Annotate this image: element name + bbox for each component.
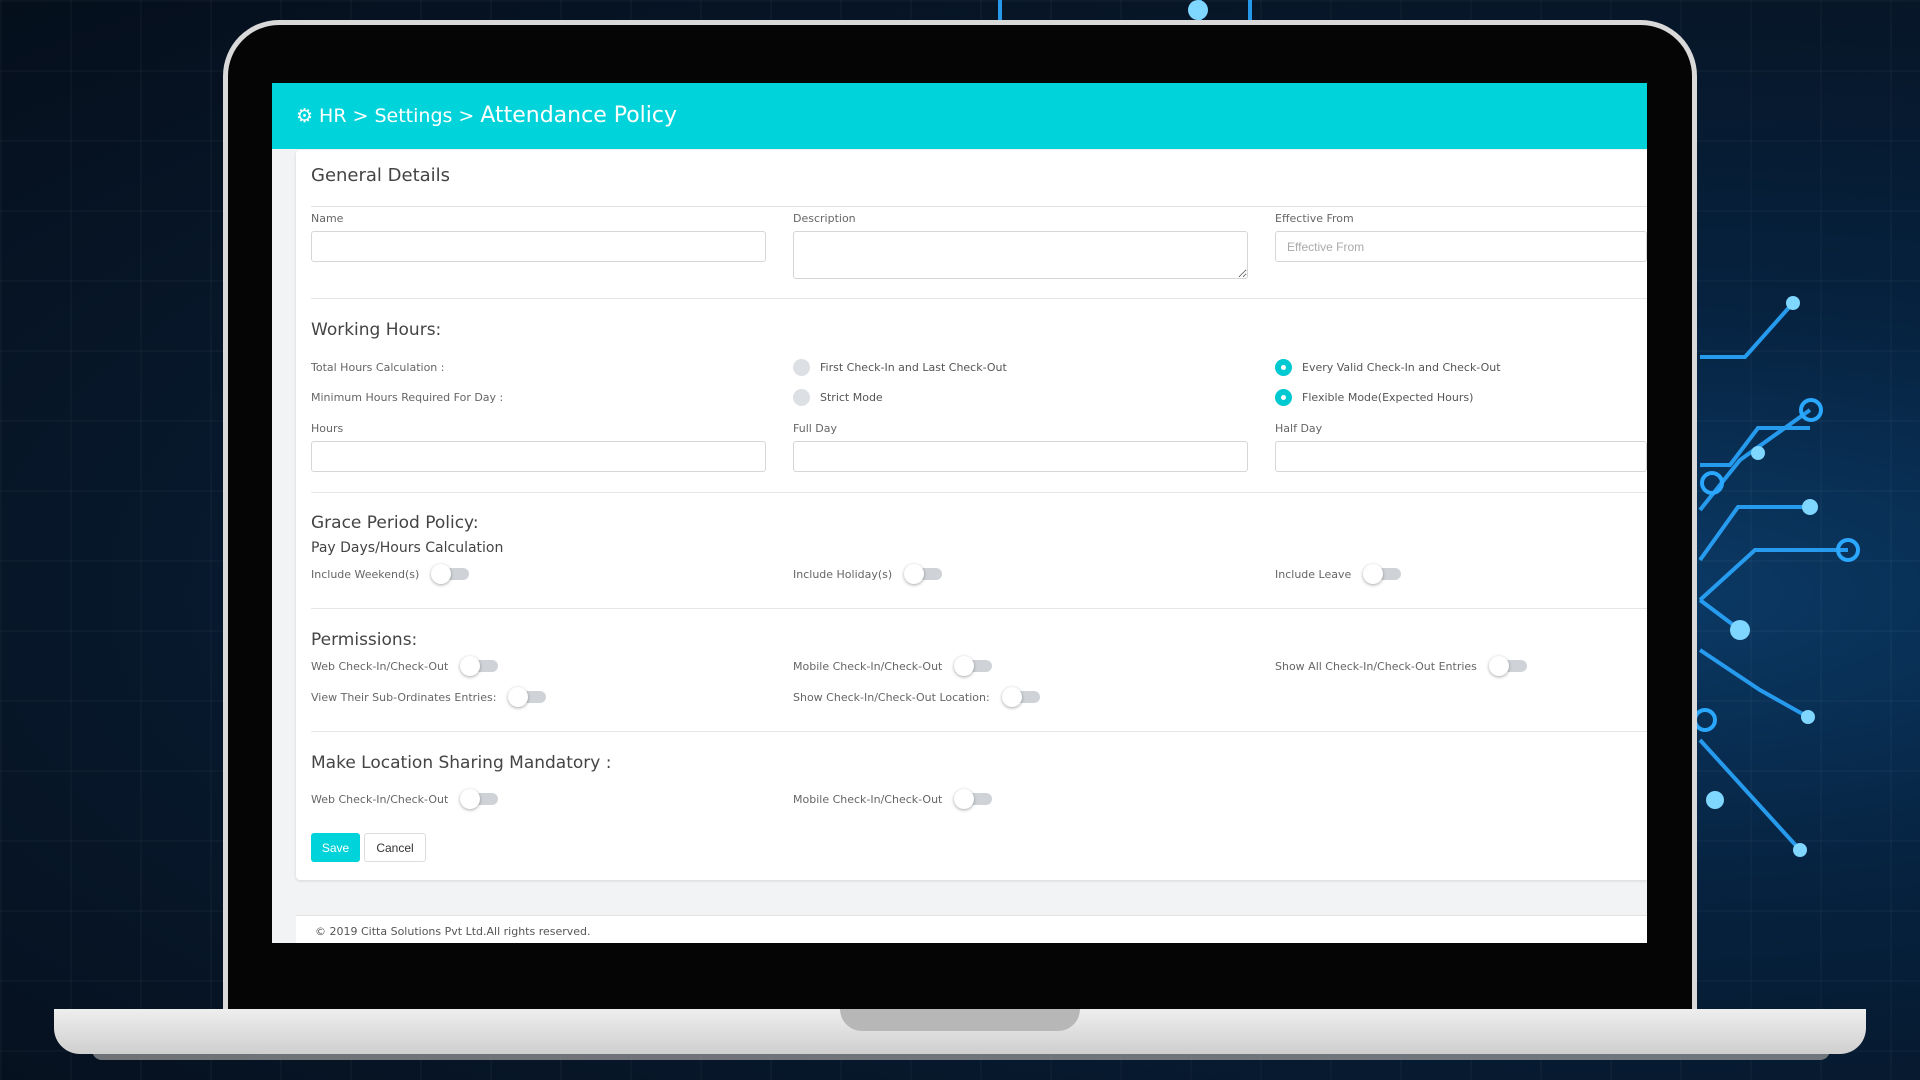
location-sharing-title: Make Location Sharing Mandatory : xyxy=(311,753,612,773)
cancel-button[interactable]: Cancel xyxy=(364,833,426,862)
toggle-label: Mobile Check-In/Check-Out xyxy=(793,659,943,673)
name-label: Name xyxy=(311,212,344,225)
minimum-hours-label: Minimum Hours Required For Day : xyxy=(311,391,504,404)
divider xyxy=(311,206,1647,207)
full-day-input[interactable] xyxy=(793,441,1248,472)
breadcrumb: ⚙ HR > Settings > Attendance Policy xyxy=(296,103,677,128)
location-mobile-row: Mobile Check-In/Check-Out xyxy=(793,789,993,809)
include-holidays-row: Include Holiday(s) xyxy=(793,564,943,584)
toggle-label: Web Check-In/Check-Out xyxy=(311,659,449,673)
effective-from-input[interactable] xyxy=(1275,231,1647,262)
breadcrumb-hr[interactable]: HR xyxy=(319,105,347,127)
policy-form-card: General Details Name Description Effecti… xyxy=(296,150,1647,880)
working-hours-title: Working Hours: xyxy=(311,320,442,340)
permissions-title: Permissions: xyxy=(311,630,418,650)
radio-every-valid[interactable]: Every Valid Check-In and Check-Out xyxy=(1275,359,1501,376)
toggle-label: Show Check-In/Check-Out Location: xyxy=(793,690,990,704)
breadcrumb-separator: > xyxy=(458,105,475,127)
gear-icon: ⚙ xyxy=(296,105,314,127)
view-subordinates-toggle[interactable] xyxy=(508,687,547,707)
mobile-checkin-permission-row: Mobile Check-In/Check-Out xyxy=(793,656,993,676)
radio-button-selected[interactable] xyxy=(1275,389,1292,406)
effective-from-label: Effective From xyxy=(1275,212,1354,225)
divider xyxy=(311,731,1647,732)
location-web-toggle[interactable] xyxy=(460,789,499,809)
description-label: Description xyxy=(793,212,856,225)
web-checkin-toggle[interactable] xyxy=(460,656,499,676)
hours-input[interactable] xyxy=(311,441,766,472)
general-details-title: General Details xyxy=(311,165,451,186)
show-location-row: Show Check-In/Check-Out Location: xyxy=(793,687,1040,707)
toggle-label: Include Leave xyxy=(1275,567,1352,581)
toggle-label: Include Weekend(s) xyxy=(311,567,420,581)
page-title: Attendance Policy xyxy=(480,103,678,128)
radio-label: Every Valid Check-In and Check-Out xyxy=(1302,361,1501,374)
pay-days-subtitle: Pay Days/Hours Calculation xyxy=(311,540,504,556)
half-day-label: Half Day xyxy=(1275,422,1323,435)
radio-first-last[interactable]: First Check-In and Last Check-Out xyxy=(793,359,1007,376)
radio-button-selected[interactable] xyxy=(1275,359,1292,376)
view-subordinates-row: View Their Sub-Ordinates Entries: xyxy=(311,687,547,707)
divider xyxy=(311,492,1647,493)
name-input[interactable] xyxy=(311,231,766,262)
total-hours-label: Total Hours Calculation : xyxy=(311,361,445,374)
show-all-entries-row: Show All Check-In/Check-Out Entries xyxy=(1275,656,1527,676)
breadcrumb-separator: > xyxy=(352,105,369,127)
toggle-label: Show All Check-In/Check-Out Entries xyxy=(1275,659,1477,673)
toggle-label: Mobile Check-In/Check-Out xyxy=(793,792,943,806)
include-leave-toggle[interactable] xyxy=(1363,564,1402,584)
radio-label: First Check-In and Last Check-Out xyxy=(820,361,1007,374)
app-screen: ⚙ HR > Settings > Attendance Policy Gene… xyxy=(272,83,1647,943)
location-web-row: Web Check-In/Check-Out xyxy=(311,789,499,809)
radio-button[interactable] xyxy=(793,389,810,406)
save-button[interactable]: Save xyxy=(311,833,360,862)
footer: © 2019 Citta Solutions Pvt Ltd.All right… xyxy=(296,915,1647,943)
copyright-text: © 2019 Citta Solutions Pvt Ltd.All right… xyxy=(315,925,591,938)
toggle-label: Web Check-In/Check-Out xyxy=(311,792,449,806)
radio-label: Strict Mode xyxy=(820,391,883,404)
radio-flexible-mode[interactable]: Flexible Mode(Expected Hours) xyxy=(1275,389,1473,406)
toggle-label: View Their Sub-Ordinates Entries: xyxy=(311,690,497,704)
include-leave-row: Include Leave xyxy=(1275,564,1402,584)
description-input[interactable] xyxy=(793,231,1248,279)
radio-label: Flexible Mode(Expected Hours) xyxy=(1302,391,1474,404)
toggle-label: Include Holiday(s) xyxy=(793,567,893,581)
radio-strict-mode[interactable]: Strict Mode xyxy=(793,389,883,406)
show-location-toggle[interactable] xyxy=(1001,687,1040,707)
laptop-notch xyxy=(840,1009,1080,1031)
include-holidays-toggle[interactable] xyxy=(904,564,943,584)
grace-period-title: Grace Period Policy: xyxy=(311,513,479,533)
hours-label: Hours xyxy=(311,422,344,435)
radio-button[interactable] xyxy=(793,359,810,376)
half-day-input[interactable] xyxy=(1275,441,1647,472)
location-mobile-toggle[interactable] xyxy=(954,789,993,809)
mobile-checkin-toggle[interactable] xyxy=(954,656,993,676)
divider xyxy=(311,298,1647,299)
include-weekends-row: Include Weekend(s) xyxy=(311,564,470,584)
breadcrumb-settings[interactable]: Settings xyxy=(374,105,452,127)
show-all-entries-toggle[interactable] xyxy=(1488,656,1527,676)
divider xyxy=(311,608,1647,609)
full-day-label: Full Day xyxy=(793,422,838,435)
include-weekends-toggle[interactable] xyxy=(431,564,470,584)
web-checkin-permission-row: Web Check-In/Check-Out xyxy=(311,656,499,676)
app-header: ⚙ HR > Settings > Attendance Policy xyxy=(272,83,1647,149)
